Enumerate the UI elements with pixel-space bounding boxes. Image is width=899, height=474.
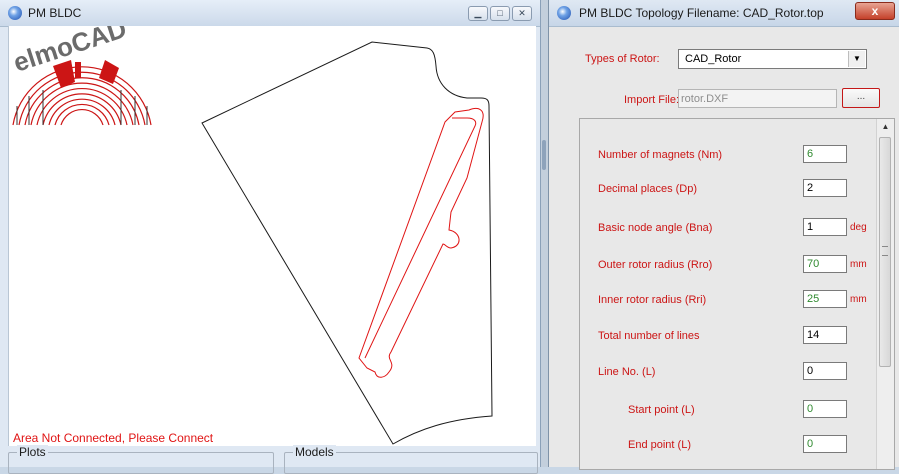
- close-button[interactable]: x: [855, 2, 895, 20]
- param-row: Decimal places (Dp) 2: [580, 179, 876, 199]
- close-icon: ✕: [518, 8, 526, 18]
- status-message: Area Not Connected, Please Connect: [13, 431, 214, 445]
- plots-group-label: Plots: [17, 445, 48, 459]
- param-input[interactable]: 6: [803, 145, 847, 163]
- param-label: Line No. (L): [598, 366, 656, 378]
- rotor-sector-outline: [201, 41, 493, 445]
- param-unit: mm: [850, 259, 867, 270]
- param-row: Total number of lines 14: [580, 326, 876, 346]
- param-input[interactable]: 1: [803, 218, 847, 236]
- rotor-type-value: CAD_Rotor: [685, 53, 742, 65]
- param-row: Number of magnets (Nm) 6: [580, 145, 876, 165]
- topology-titlebar[interactable]: PM BLDC Topology Filename: CAD_Rotor.top…: [549, 0, 899, 27]
- param-row: Line No. (L) 0: [580, 362, 876, 382]
- param-input[interactable]: 0: [803, 362, 847, 380]
- app-icon: [557, 6, 571, 20]
- param-unit: mm: [850, 294, 867, 305]
- chevron-down-icon[interactable]: ▼: [848, 51, 865, 67]
- elmocad-logo: elmoCAD: [10, 26, 152, 126]
- scrollbar-thumb[interactable]: [879, 137, 891, 367]
- param-label: Total number of lines: [598, 330, 700, 342]
- window-controls: ▁ □ ✕: [468, 6, 532, 21]
- minimize-icon: ▁: [474, 8, 482, 18]
- rotor-type-label: Types of Rotor:: [585, 53, 660, 65]
- plots-group: Plots: [8, 445, 274, 474]
- window-splitter[interactable]: [541, 0, 548, 467]
- minimize-button[interactable]: ▁: [468, 6, 488, 21]
- scroll-up-icon[interactable]: ▲: [877, 119, 894, 135]
- param-row: Basic node angle (Bna) 1 deg: [580, 218, 876, 238]
- vertical-scrollbar[interactable]: ▲: [876, 119, 894, 469]
- param-label: Basic node angle (Bna): [598, 222, 713, 234]
- browse-button[interactable]: ...: [842, 88, 880, 108]
- rotor-type-select[interactable]: CAD_Rotor ▼: [678, 49, 867, 69]
- grip-icon: [882, 246, 888, 256]
- import-file-field[interactable]: rotor.DXF: [678, 89, 837, 108]
- models-group: Models: [284, 445, 538, 474]
- import-file-value: rotor.DXF: [681, 93, 729, 105]
- topology-window-title: PM BLDC Topology Filename: CAD_Rotor.top: [579, 6, 824, 20]
- main-window: PM BLDC ▁ □ ✕ elmoCAD Area Not Connected…: [0, 0, 541, 474]
- param-label: Inner rotor radius (Rri): [598, 294, 707, 306]
- param-label: End point (L): [628, 439, 691, 451]
- drawing-canvas[interactable]: elmoCAD Area Not Connected, Please Conne…: [8, 26, 536, 446]
- param-input[interactable]: 2: [803, 179, 847, 197]
- param-row: End point (L) 0: [580, 435, 876, 455]
- splitter-handle[interactable]: [542, 140, 546, 170]
- param-label: Decimal places (Dp): [598, 183, 698, 195]
- param-row: Inner rotor radius (Rri) 25 mm: [580, 290, 876, 310]
- param-label: Start point (L): [628, 404, 695, 416]
- param-input[interactable]: 14: [803, 326, 847, 344]
- param-input[interactable]: 0: [803, 400, 847, 418]
- param-input[interactable]: 70: [803, 255, 847, 273]
- param-input[interactable]: 0: [803, 435, 847, 453]
- param-label: Outer rotor radius (Rro): [598, 259, 713, 271]
- param-row: Start point (L) 0: [580, 400, 876, 420]
- maximize-button[interactable]: □: [490, 6, 510, 21]
- main-titlebar[interactable]: PM BLDC ▁ □ ✕: [0, 0, 540, 27]
- maximize-icon: □: [497, 8, 503, 18]
- import-file-label: Import File:: [624, 94, 680, 106]
- parameters-panel: Number of magnets (Nm) 6 Decimal places …: [579, 118, 895, 470]
- param-unit: deg: [850, 222, 867, 233]
- param-row: Outer rotor radius (Rro) 70 mm: [580, 255, 876, 275]
- param-input[interactable]: 25: [803, 290, 847, 308]
- app-icon: [8, 6, 22, 20]
- models-group-label: Models: [293, 445, 336, 459]
- close-button[interactable]: ✕: [512, 6, 532, 21]
- param-label: Number of magnets (Nm): [598, 149, 723, 161]
- topology-window: PM BLDC Topology Filename: CAD_Rotor.top…: [548, 0, 899, 470]
- rotor-drawing: elmoCAD: [10, 26, 493, 445]
- main-window-title: PM BLDC: [28, 6, 82, 20]
